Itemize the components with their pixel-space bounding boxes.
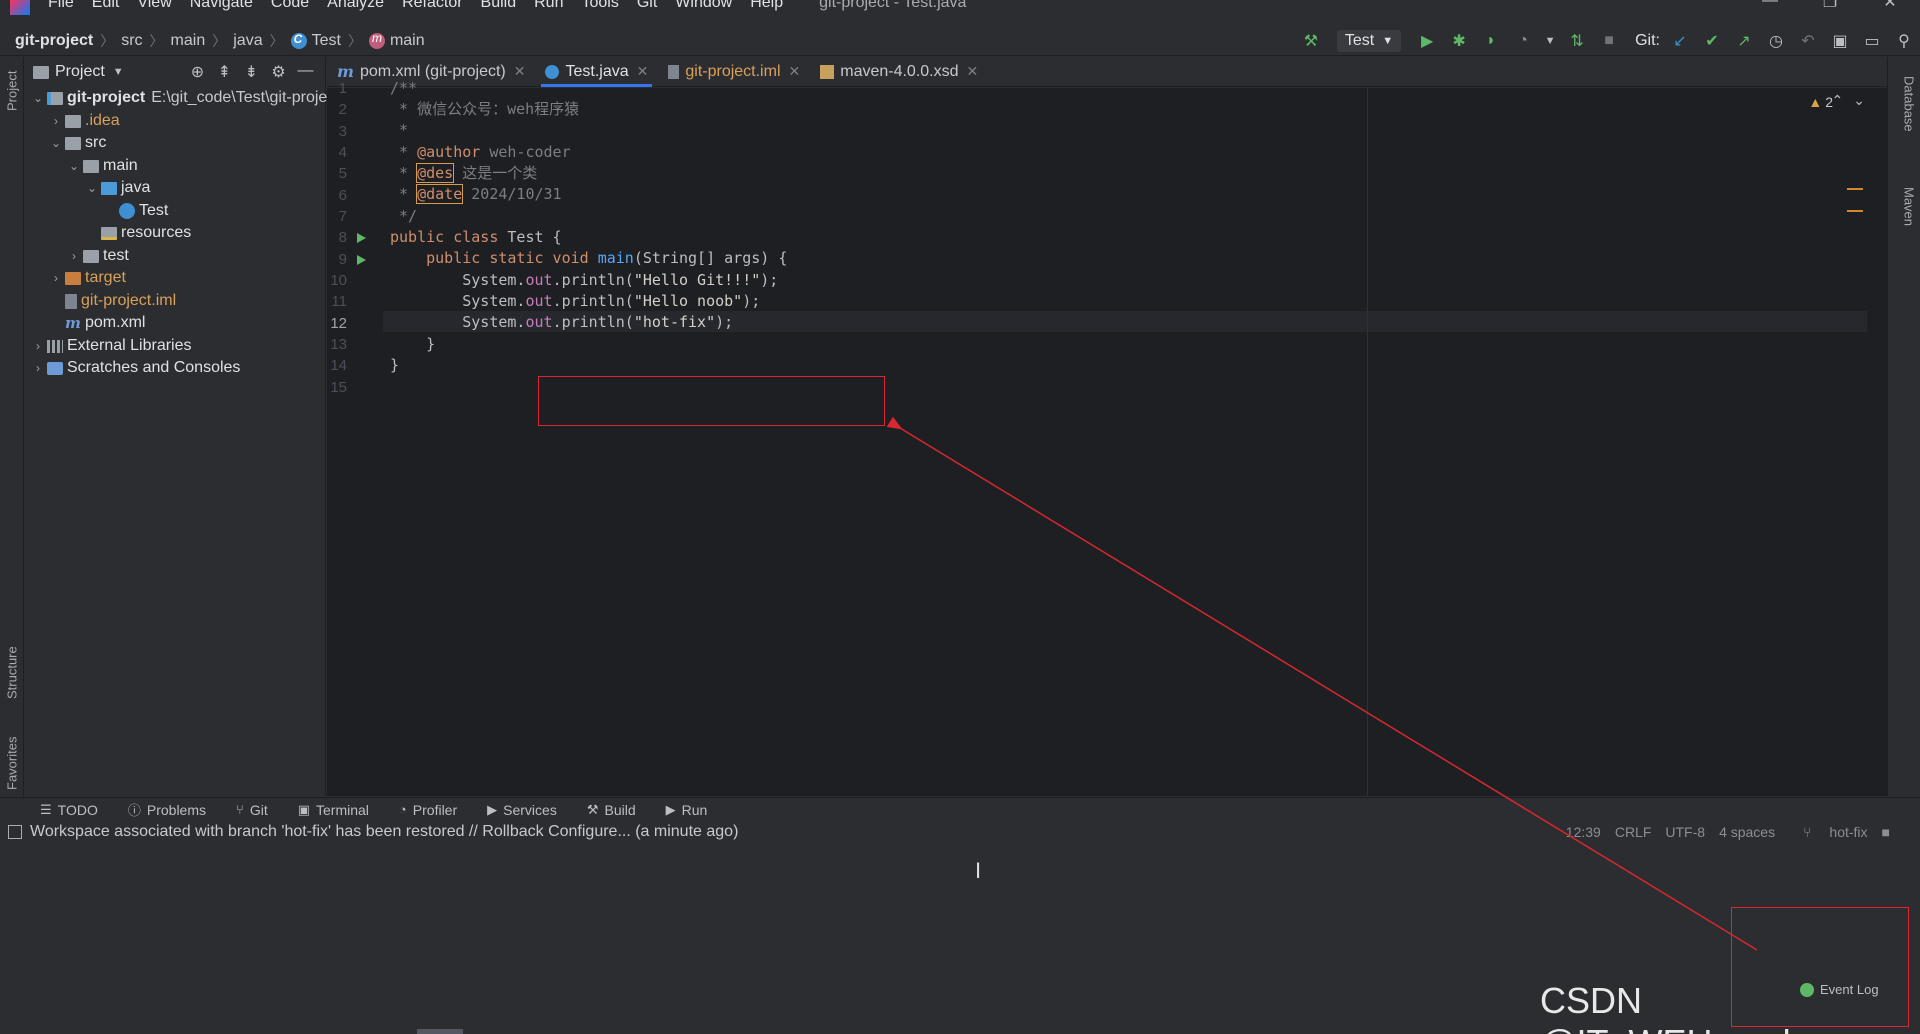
mouse-text-cursor-icon: I: [975, 858, 982, 883]
horizontal-scrollbar-thumb[interactable]: [417, 1029, 463, 1034]
annotation-arrow: [886, 416, 1758, 951]
watermark: CSDN @IT_WEH_coder: [1540, 980, 1823, 1034]
